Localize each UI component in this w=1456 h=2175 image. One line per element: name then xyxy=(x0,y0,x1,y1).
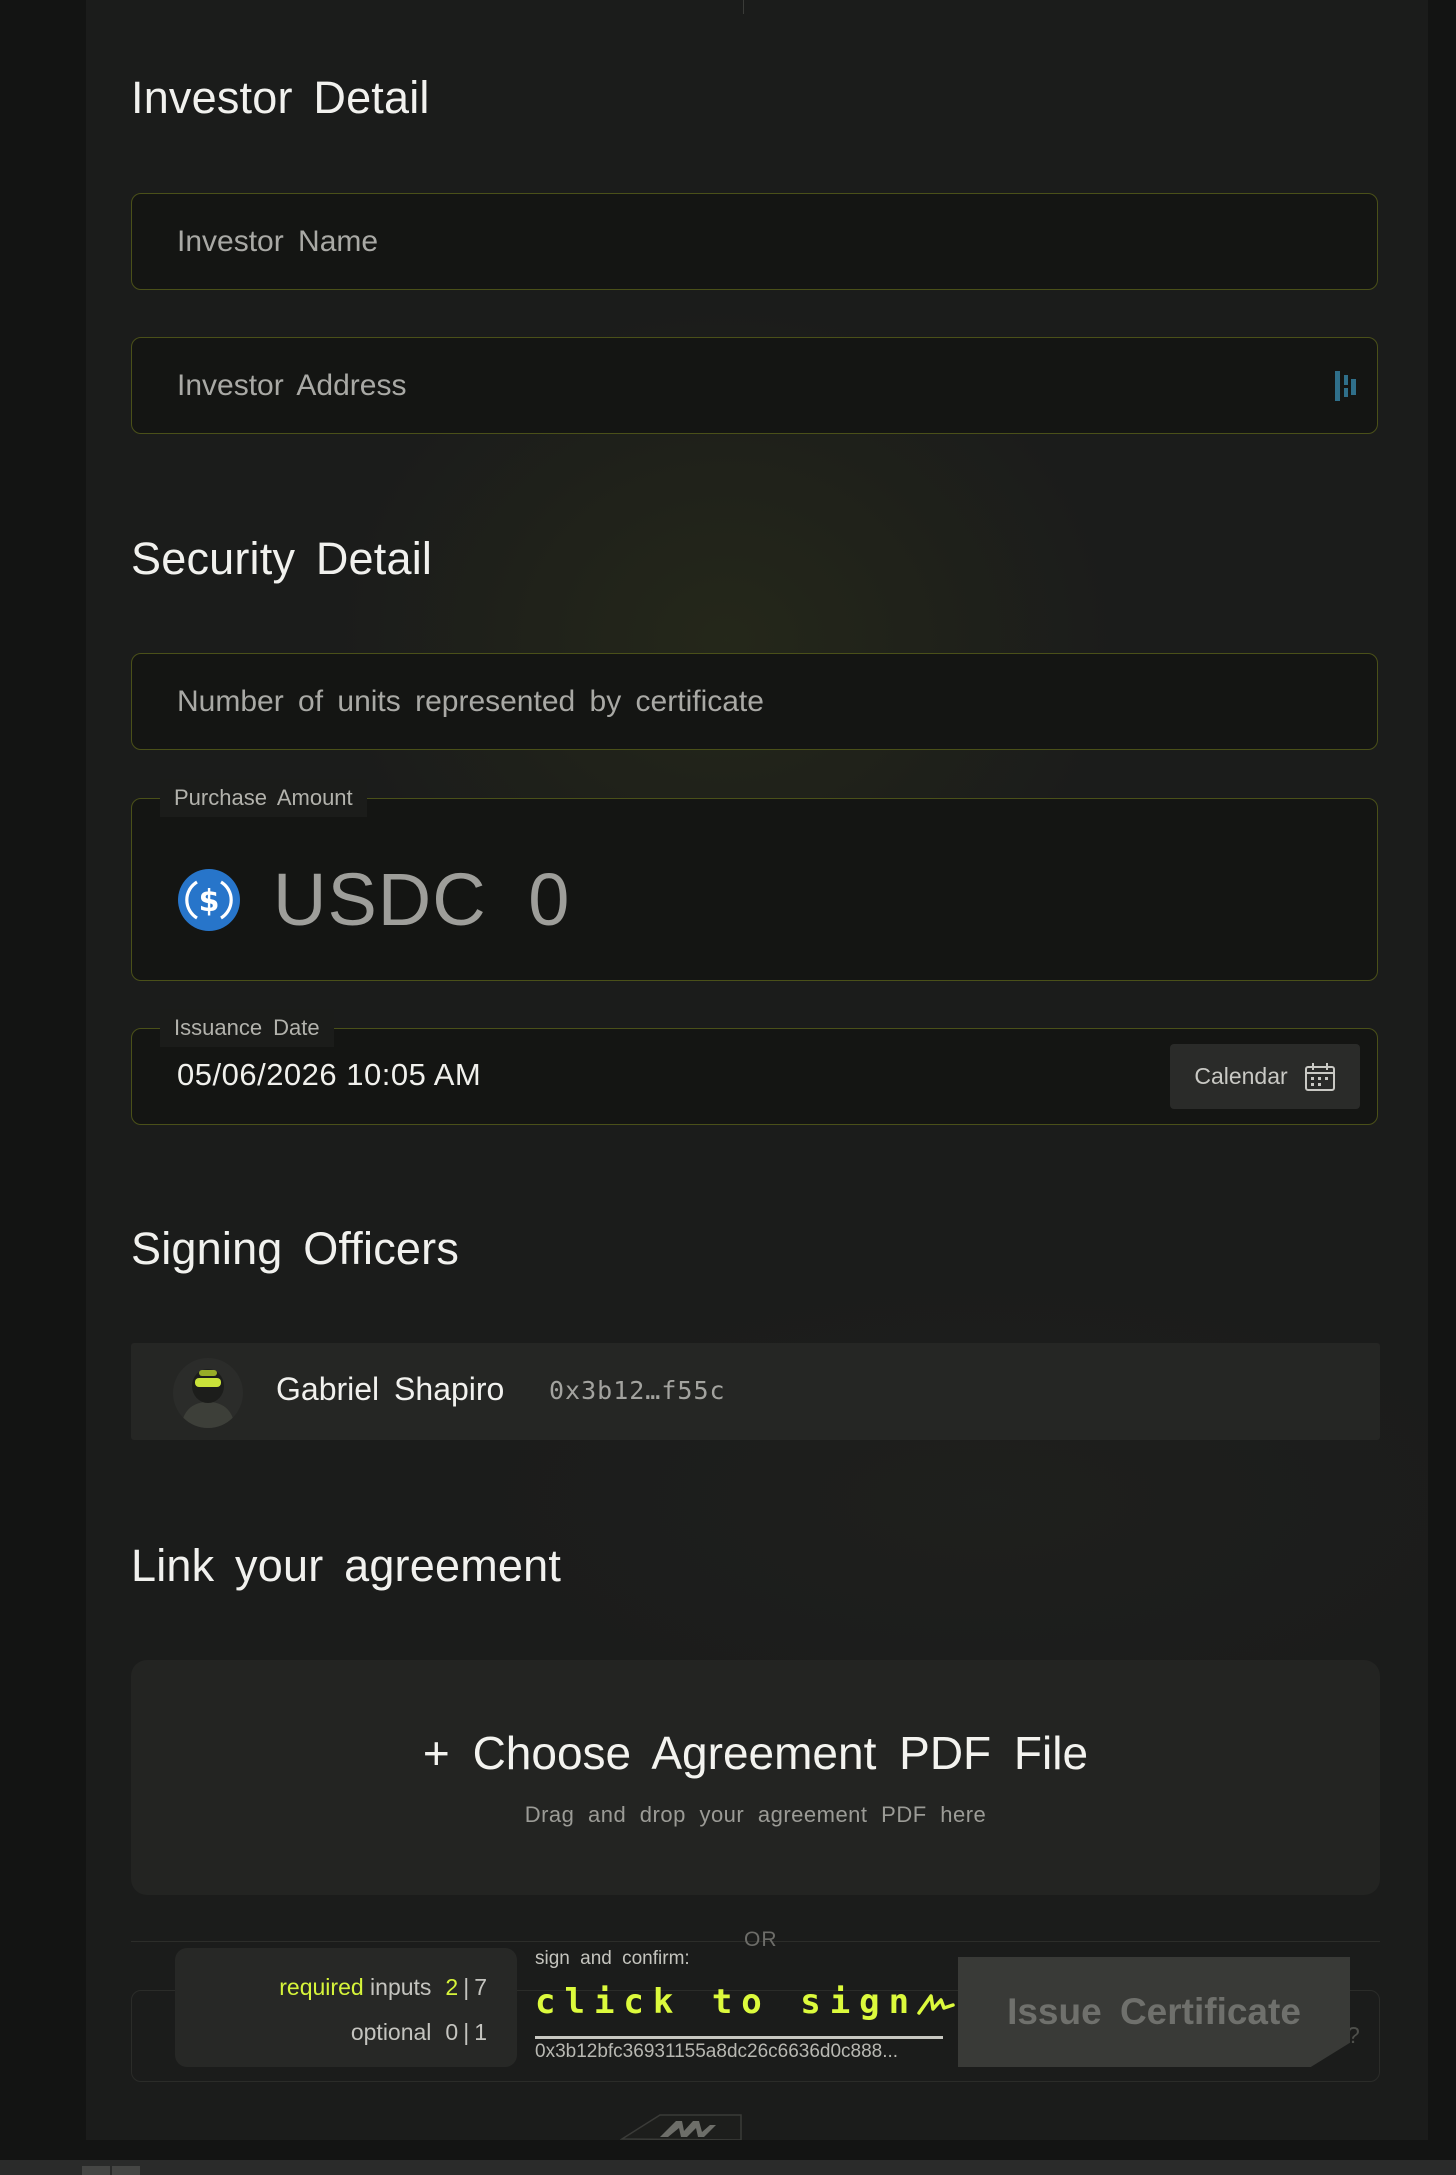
click-to-sign-button[interactable]: click to sign xyxy=(535,1982,956,2022)
officer-name: Gabriel Shapiro xyxy=(276,1371,505,1407)
optional-separator: | xyxy=(463,2019,470,2045)
required-inputs-label: required inputs xyxy=(279,1974,431,2001)
top-divider xyxy=(743,0,744,14)
investor-detail-heading: Investor Detail xyxy=(131,72,430,123)
calendar-icon xyxy=(1304,1062,1335,1091)
investor-address-field[interactable] xyxy=(131,337,1378,434)
required-total-count: 7 xyxy=(474,1974,487,2000)
avatar xyxy=(173,1358,243,1428)
address-book-icon[interactable] xyxy=(1333,369,1359,403)
agreement-dropzone[interactable]: + Choose Agreement PDF File Drag and dro… xyxy=(131,1660,1380,1895)
investor-name-input[interactable] xyxy=(177,194,1317,289)
required-inputs-row: required inputs 2 | 7 xyxy=(279,1974,487,2001)
purchase-amount-field[interactable]: Purchase Amount $ USDC 0 xyxy=(131,779,1378,981)
link-agreement-heading: Link your agreement xyxy=(131,1540,562,1591)
purchase-amount-value[interactable]: USDC 0 xyxy=(273,857,570,942)
issuance-date-field[interactable]: Issuance Date 05/06/2026 10:05 AM Calend… xyxy=(131,1009,1378,1125)
investor-name-field[interactable] xyxy=(131,193,1378,290)
inputs-word: inputs xyxy=(370,1974,432,2000)
required-filled-count: 2 xyxy=(445,1974,459,2000)
bottom-status-strip xyxy=(0,2160,1456,2175)
signing-officers-heading: Signing Officers xyxy=(131,1223,460,1274)
required-key: required xyxy=(279,1974,364,2000)
status-tick xyxy=(112,2166,140,2175)
purchase-amount-label: Purchase Amount xyxy=(160,779,367,817)
issuance-date-value[interactable]: 05/06/2026 10:05 AM xyxy=(177,1057,481,1093)
inputs-progress: required inputs 2 | 7 optional 0 | 1 xyxy=(175,1948,517,2067)
calendar-button-label: Calendar xyxy=(1194,1063,1288,1089)
officer-card: Gabriel Shapiro 0x3b12…f55c xyxy=(131,1343,1380,1440)
security-detail-heading: Security Detail xyxy=(131,533,433,584)
calendar-button[interactable]: Calendar xyxy=(1170,1044,1360,1109)
amount-value[interactable]: 0 xyxy=(528,858,570,941)
required-separator: | xyxy=(463,1974,470,2000)
purchase-amount-row[interactable]: $ USDC 0 xyxy=(177,857,570,942)
issuance-date-label: Issuance Date xyxy=(160,1009,334,1047)
signature-icon xyxy=(917,1993,955,2015)
usdc-coin-icon: $ xyxy=(178,868,240,931)
optional-inputs-row: optional 0 | 1 xyxy=(351,2019,487,2046)
sign-caption: sign and confirm: xyxy=(535,1948,690,1969)
investor-address-input[interactable] xyxy=(177,338,1317,433)
currency-code: USDC xyxy=(273,858,487,941)
sign-block: sign and confirm: click to sign 0x3b12bf… xyxy=(535,1948,955,2067)
optional-inputs-label: optional xyxy=(350,2019,432,2045)
sign-underline xyxy=(535,2036,943,2039)
optional-total-count: 1 xyxy=(474,2019,487,2045)
brand-logo-icon[interactable] xyxy=(620,2085,742,2140)
choose-agreement-button[interactable]: + Choose Agreement PDF File xyxy=(131,1726,1380,1780)
signer-address: 0x3b12bfc36931155a8dc26c6636d0c888... xyxy=(535,2041,899,2062)
issue-certificate-button[interactable]: Issue Certificate xyxy=(958,1957,1350,2067)
svg-text:$: $ xyxy=(199,884,220,919)
units-input[interactable] xyxy=(177,654,1317,749)
officer-address: 0x3b12…f55c xyxy=(549,1376,726,1405)
click-to-sign-label: click to sign xyxy=(535,1982,919,2022)
issue-certificate-page: Investor Detail Security Detail Purchase… xyxy=(0,0,1456,2175)
units-field[interactable] xyxy=(131,653,1378,750)
status-tick xyxy=(82,2166,110,2175)
dropzone-hint: Drag and drop your agreement PDF here xyxy=(524,1802,987,1827)
optional-filled-count: 0 xyxy=(445,2019,459,2045)
